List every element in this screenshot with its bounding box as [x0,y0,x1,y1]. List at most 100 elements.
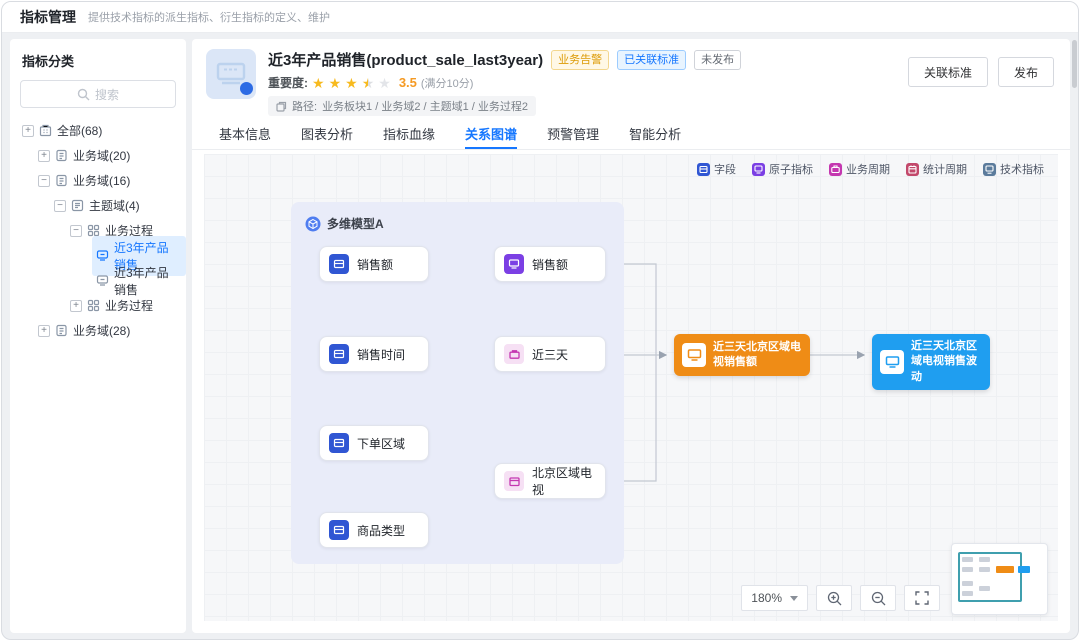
tab-basic-info[interactable]: 基本信息 [219,120,271,149]
zoom-in-button[interactable] [816,585,852,611]
tree-item-domain-16[interactable]: − 业务域(16) [10,168,186,193]
monitor-icon [682,343,706,367]
path-icon [276,101,287,112]
graph-node-sales-amount-atomic[interactable]: 销售额 [494,246,606,282]
graph-node-tech-metric[interactable]: 近三天北京区域电视销售波动 [872,334,990,390]
expander-icon[interactable]: + [38,325,50,337]
tab-bar: 基本信息 图表分析 指标血缘 关系图谱 预警管理 智能分析 [192,120,1070,150]
minimap-node [979,586,990,591]
expander-icon[interactable]: + [38,150,50,162]
field-icon [329,344,349,364]
legend-label: 业务周期 [846,161,890,177]
tree-item-domain-28[interactable]: + 业务域(28) [10,318,186,343]
scrollbar-thumb[interactable] [1072,40,1077,88]
tech-metric-icon [983,163,996,176]
graph-node-order-region[interactable]: 下单区域 [319,425,429,461]
page-title: 近3年产品销售(product_sale_last3year) [268,49,543,70]
atomic-metric-icon [752,163,765,176]
atomic-metric-icon [504,254,524,274]
tab-alert-management[interactable]: 预警管理 [547,120,599,149]
graph-node-sales-time[interactable]: 销售时间 [319,336,429,372]
importance-label: 重要度: [268,74,308,91]
half-star-icon: ★ [362,76,375,90]
tree-item-label: 近3年产品销售 [114,264,178,298]
graph-node-derived-metric[interactable]: 近三天北京区域电视销售额 [674,334,810,376]
legend-label: 原子指标 [769,161,813,177]
tree-item-label: 主题域(4) [89,197,140,214]
tab-metric-lineage[interactable]: 指标血缘 [383,120,435,149]
domain-icon [55,149,68,162]
path-label: 路径: [292,98,317,114]
chevron-down-icon [790,596,798,601]
badge-unpublished: 未发布 [694,50,741,70]
graph-node-beijing-region-tv[interactable]: 北京区域电视 [494,463,606,499]
minimap[interactable] [951,543,1048,615]
minimap-node [979,557,990,562]
legend-field: 字段 [697,161,736,177]
tree-item-all[interactable]: + 全部(68) [10,118,186,143]
empty-star-icon: ★ [378,76,391,90]
zoom-out-button[interactable] [860,585,896,611]
canvas-toolbar: 180% [741,585,940,611]
sidebar-title: 指标分类 [10,49,186,80]
metric-avatar-icon [206,49,256,99]
app-subtitle: 提供技术指标的派生指标、衍生指标的定义、维护 [88,9,330,25]
publish-button[interactable]: 发布 [998,57,1054,87]
legend-atomic-metric: 原子指标 [752,161,813,177]
legend-stat-period: 统计周期 [906,161,967,177]
node-type-legend: 字段 原子指标 业务周期 统计周期 [697,161,1044,177]
relation-graph-canvas[interactable]: 字段 原子指标 业务周期 统计周期 [204,154,1058,621]
search-icon [77,88,90,101]
node-label: 近三天北京区域电视销售额 [713,340,802,371]
importance-score: 3.5 [399,75,417,90]
field-icon [697,163,710,176]
process-icon [87,299,100,312]
domain-icon [55,324,68,337]
graph-node-product-type[interactable]: 商品类型 [319,512,429,548]
tree-item-label: 全部(68) [57,122,102,139]
zoom-level-select[interactable]: 180% [741,585,808,611]
stat-period-icon [906,163,919,176]
tab-chart-analysis[interactable]: 图表分析 [301,120,353,149]
badge-standard-linked: 已关联标准 [617,50,686,70]
main-panel: 近3年产品销售(product_sale_last3year) 业务告警 已关联… [192,39,1070,633]
search-input[interactable]: 搜索 [20,80,176,108]
node-label: 销售时间 [357,346,405,363]
link-standard-button[interactable]: 关联标准 [908,57,988,87]
tree-item-domain-20[interactable]: + 业务域(20) [10,143,186,168]
category-tree: + 全部(68) + 业务域(20) − 业务域(16) − 主 [10,118,186,343]
minimap-node [962,557,973,562]
expander-icon[interactable]: + [22,125,34,137]
theme-icon [71,199,84,212]
top-header: 指标管理 提供技术指标的派生指标、衍生指标的定义、维护 [2,2,1078,33]
tree-item-theme[interactable]: − 主题域(4) [10,193,186,218]
node-label: 下单区域 [357,435,405,452]
metric-header: 近3年产品销售(product_sale_last3year) 业务告警 已关联… [192,39,1070,120]
tab-relation-graph[interactable]: 关系图谱 [465,120,517,149]
fullscreen-button[interactable] [904,585,940,611]
search-placeholder: 搜索 [95,86,119,103]
expander-icon[interactable]: − [70,225,82,237]
expander-icon[interactable]: − [54,200,66,212]
graph-node-last-3-days[interactable]: 近三天 [494,336,606,372]
minimap-node-orange [996,566,1014,573]
legend-label: 技术指标 [1000,161,1044,177]
minimap-node [962,591,973,596]
star-icon: ★ [312,76,325,90]
domain-icon [55,174,68,187]
node-label: 近三天北京区域电视销售波动 [911,339,982,385]
field-icon [329,520,349,540]
sidebar: 指标分类 搜索 + 全部(68) + 业务域(20) − [10,39,186,633]
graph-node-sales-amount-field[interactable]: 销售额 [319,246,429,282]
expander-icon[interactable]: − [38,175,50,187]
star-icon: ★ [345,76,358,90]
tree-item-label: 业务域(20) [73,147,130,164]
tree-item-label: 业务域(16) [73,172,130,189]
expander-icon[interactable]: + [70,300,82,312]
zoom-in-icon [827,591,842,606]
tab-smart-analysis[interactable]: 智能分析 [629,120,681,149]
tree-item-metric[interactable]: 近3年产品销售 [10,268,186,293]
minimap-node [979,567,990,572]
monitor-icon [880,350,904,374]
period-icon [504,344,524,364]
